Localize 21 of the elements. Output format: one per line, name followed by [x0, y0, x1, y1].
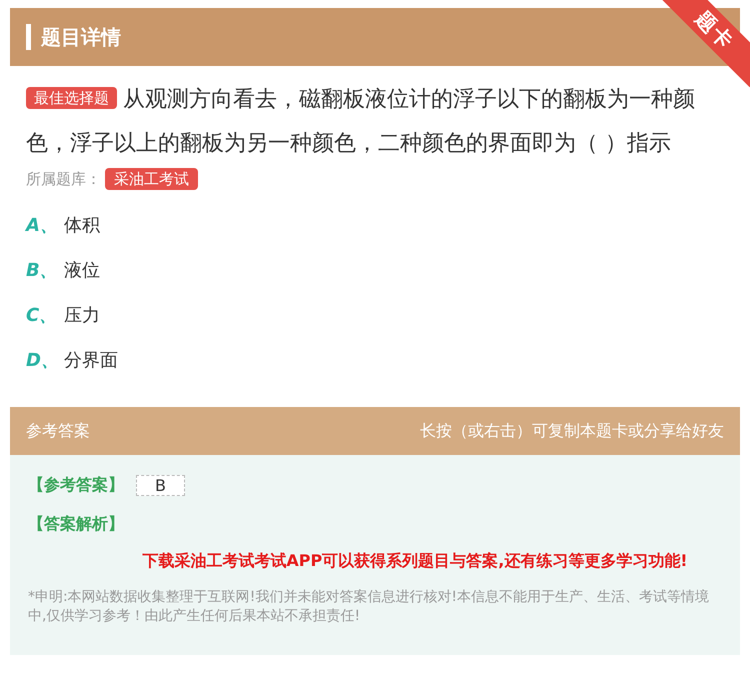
header-title: 题目详情	[41, 24, 121, 50]
question-type-tag: 最佳选择题	[26, 87, 117, 109]
answer-value: B	[136, 475, 185, 496]
option-text: 液位	[64, 259, 100, 283]
disclaimer-text: *申明:本网站数据收集整理于互联网!我们并未能对答案信息进行核对!本信息不能用于生产、生活、考试等情境中,仅供学习参考！由此产生任何后果本站不承担责任!	[28, 588, 710, 626]
accent-bar	[26, 24, 31, 50]
question-text: 最佳选择题 从观测方向看去，磁翻板液位计的浮子以下的翻板为一种颜色，浮子以上的翻板为另一种颜色，二种颜色的界面即为（ ）指示	[25, 86, 696, 158]
option-letter: C、	[26, 304, 54, 328]
bank-label: 所属题库：	[26, 170, 101, 188]
analysis-label: 【答案解析】	[28, 514, 124, 535]
option-text: 体积	[64, 214, 100, 238]
option-text: 分界面	[64, 349, 118, 373]
option-letter: D、	[26, 349, 54, 373]
option-text: 压力	[64, 304, 100, 328]
answer-bar-title: 参考答案	[26, 420, 90, 442]
promo-text: 下载采油工考试考试APP可以获得系列题目与答案,还有练习等更多学习功能!	[141, 551, 689, 572]
answer-bar-hint: 长按（或右击）可复制本题卡或分享给好友	[420, 420, 724, 442]
bank-tag[interactable]: 采油工考试	[105, 168, 198, 190]
option-letter: A、	[26, 214, 54, 238]
answer-label: 【参考答案】	[28, 475, 124, 496]
option-letter: B、	[26, 259, 54, 283]
